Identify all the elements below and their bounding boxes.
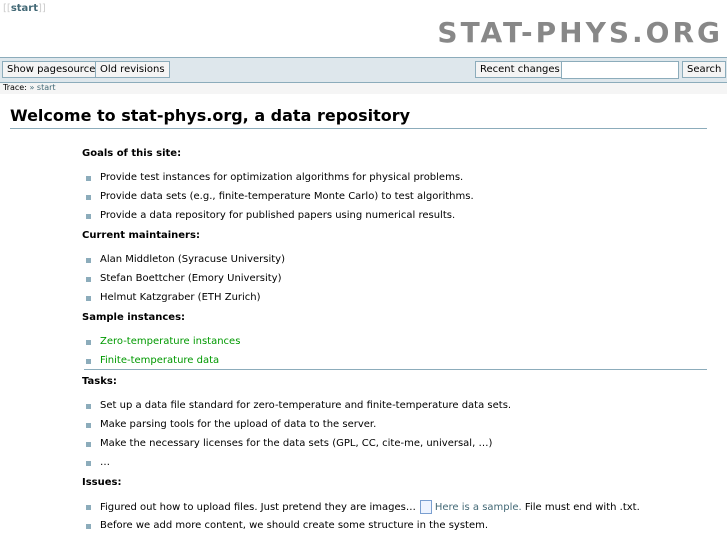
trace-link-start[interactable]: start [37,83,56,92]
finite-temperature-link[interactable]: Finite-temperature data [100,355,219,366]
issue-text: Figured out how to upload files. Just pr… [100,502,416,513]
breadcrumb: Trace: » start [0,83,727,94]
text-file-icon [419,500,432,514]
list-item: Provide data sets (e.g., finite-temperat… [82,190,707,209]
list-item: Make the necessary licenses for the data… [82,437,707,456]
list-item: Provide a data repository for published … [82,209,707,228]
list-item: Set up a data file standard for zero-tem… [82,399,707,418]
list-item: Finite-temperature data [82,354,707,373]
samples-heading: Sample instances: [82,312,186,323]
search-button[interactable]: Search [682,61,727,78]
site-logo[interactable]: STAT-PHYS.ORG [437,16,723,49]
issues-list: Figured out how to upload files. Just pr… [82,496,707,534]
goals-heading: Goals of this site: [82,148,182,159]
list-item: Provide test instances for optimization … [82,171,707,190]
list-item: Make parsing tools for the upload of dat… [82,418,707,437]
old-revisions-button[interactable]: Old revisions [95,61,170,78]
list-item: Stefan Boettcher (Emory University) [82,272,707,291]
samples-list: Zero-temperature instances Finite-temper… [82,331,707,369]
search-input[interactable] [561,61,679,79]
goals-list: Provide test instances for optimization … [82,167,707,224]
maintainers-list: Alan Middleton (Syracuse University) Ste… [82,249,707,306]
issues-heading: Issues: [82,477,122,488]
tasks-list: Set up a data file standard for zero-tem… [82,395,707,471]
list-item: Alan Middleton (Syracuse University) [82,253,707,272]
list-item: Figured out how to upload files. Just pr… [82,500,707,519]
toolbar: Show pagesource Old revisions Recent cha… [0,57,727,83]
list-item: Zero-temperature instances [82,335,707,354]
list-item: … [82,456,707,475]
page-title: Welcome to stat-phys.org, a data reposit… [10,106,707,129]
zero-temperature-link[interactable]: Zero-temperature instances [100,336,240,347]
trace-label: Trace: [3,83,27,92]
page-content: Goals of this site: Provide test instanc… [82,148,707,540]
list-item: Helmut Katzgraber (ETH Zurich) [82,291,707,310]
trace-separator: » [29,83,35,92]
sample-file-link[interactable]: Here is a sample. [435,502,522,513]
show-pagesource-button[interactable]: Show pagesource [2,61,101,78]
recent-changes-button[interactable]: Recent changes [475,61,565,78]
issue-text-suffix: File must end with .txt. [524,502,640,513]
tasks-heading: Tasks: [82,376,117,387]
page-name: [[start]] [3,3,46,14]
list-item: Before we add more content, we should cr… [82,519,707,538]
maintainers-heading: Current maintainers: [82,230,200,241]
pagename-link[interactable]: start [11,3,38,14]
